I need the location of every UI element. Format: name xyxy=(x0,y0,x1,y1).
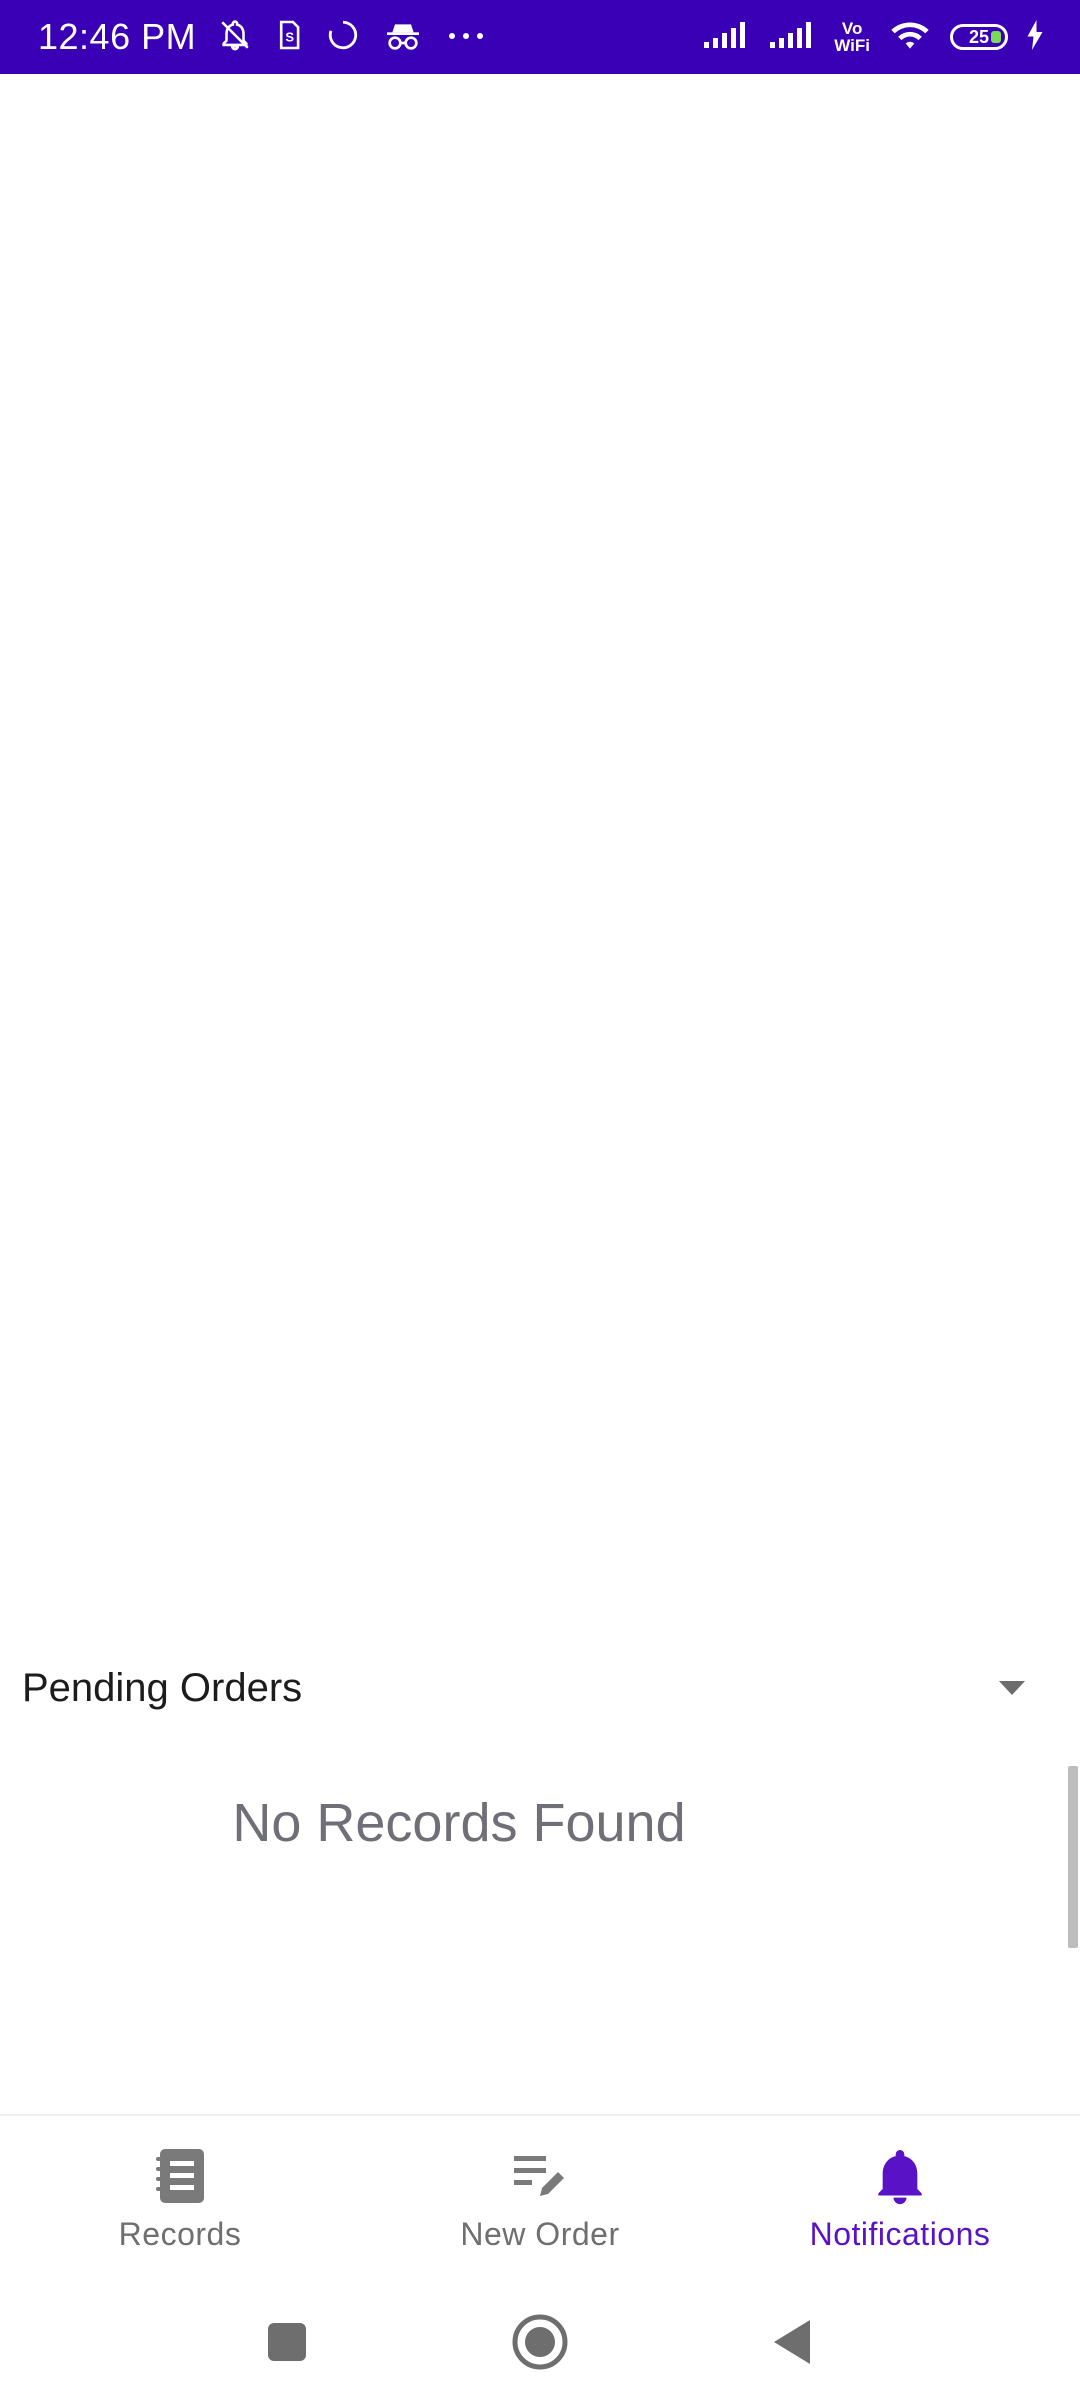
sim-icon: S xyxy=(276,19,302,56)
notebook-icon xyxy=(148,2144,212,2208)
section-title: Pending Orders xyxy=(22,1665,303,1710)
nav-label-records: Records xyxy=(118,2216,242,2252)
nav-label-notifications: Notifications xyxy=(809,2216,991,2252)
svg-text:S: S xyxy=(285,29,294,44)
vowifi-bottom: WiFi xyxy=(834,36,870,55)
vowifi-top: Vo xyxy=(841,19,863,38)
empty-state-message: No Records Found xyxy=(232,1793,686,1853)
vowifi-icon: Vo WiFi xyxy=(834,20,870,54)
status-bar: 12:46 PM S Vo WiFi 25 xyxy=(0,0,1080,74)
battery-icon: 25 xyxy=(950,24,1008,50)
status-time: 12:46 PM xyxy=(38,16,197,57)
recents-button[interactable] xyxy=(255,2310,319,2374)
edit-list-icon xyxy=(508,2144,572,2208)
nav-item-notifications[interactable]: Notifications xyxy=(750,2116,1050,2286)
nav-label-new-order: New Order xyxy=(460,2216,620,2252)
caret-down-icon[interactable] xyxy=(988,1664,1036,1712)
pending-orders-header[interactable]: Pending Orders xyxy=(0,1640,1080,1736)
bottom-navigation: Records New Order Notifications xyxy=(0,2114,1080,2286)
wifi-icon xyxy=(888,18,932,57)
signal-icon xyxy=(702,20,750,55)
home-button[interactable] xyxy=(508,2310,572,2374)
nav-item-records[interactable]: Records xyxy=(30,2116,330,2286)
incognito-icon xyxy=(384,19,422,56)
nav-item-new-order[interactable]: New Order xyxy=(390,2116,690,2286)
loading-icon xyxy=(326,18,360,57)
bell-icon xyxy=(868,2144,932,2208)
scrollbar-thumb[interactable] xyxy=(1068,1766,1078,1948)
signal-icon xyxy=(768,20,816,55)
charging-icon xyxy=(1026,19,1044,55)
battery-level: 25 xyxy=(968,26,990,47)
more-icon xyxy=(446,28,486,46)
bell-off-icon xyxy=(218,18,252,57)
system-navigation-bar xyxy=(0,2284,1080,2400)
back-button[interactable] xyxy=(760,2310,824,2374)
